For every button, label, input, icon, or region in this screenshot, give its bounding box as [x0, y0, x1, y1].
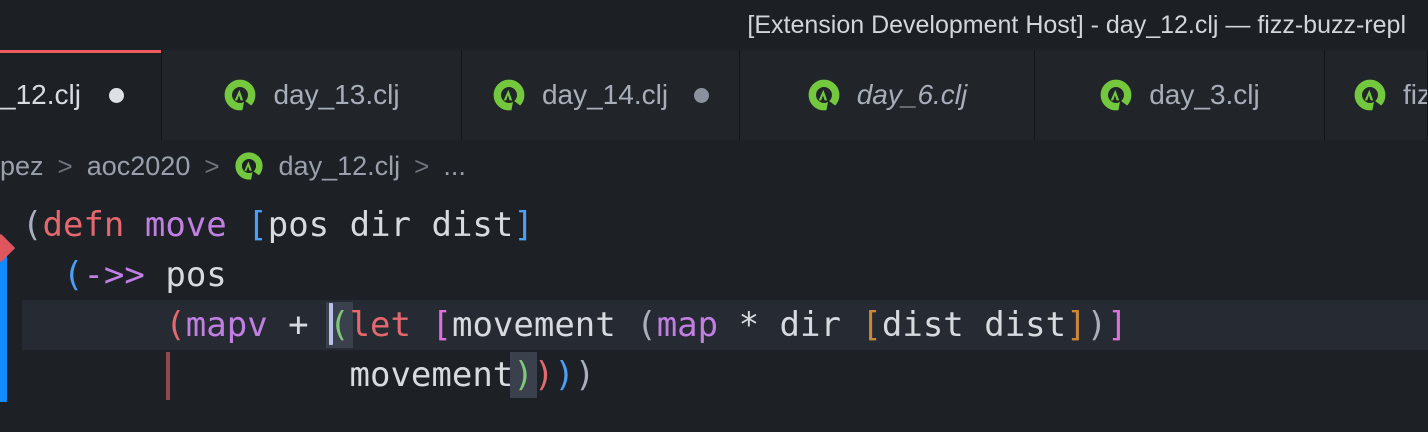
code-line-3: (mapv + (let [movement (map * dir [dist … [22, 300, 1128, 350]
code-token: ( [22, 205, 42, 245]
code-token: ) [554, 355, 574, 395]
modified-dot-icon[interactable] [694, 88, 709, 103]
breadcrumb-item-aoc2020[interactable]: aoc2020 [87, 151, 191, 182]
code-editor[interactable]: (defn move [pos dir dist] (->> pos (mapv… [0, 192, 1428, 432]
code-token: ) [534, 355, 554, 395]
code-token: * dir [718, 305, 861, 345]
code-token [227, 205, 247, 245]
gutter-marker-icon [0, 234, 15, 262]
code-token: ->> [83, 255, 144, 295]
code-token: [ [861, 305, 881, 345]
code-token: let [350, 305, 411, 345]
code-token: ) [1087, 305, 1107, 345]
gutter-change-bar [0, 255, 7, 402]
clojure-file-icon [223, 78, 257, 112]
code-token: + [268, 305, 329, 345]
code-token [124, 205, 144, 245]
breadcrumb-item-file[interactable]: day_12.clj [279, 151, 401, 182]
tab-label: day_13.clj [273, 79, 399, 111]
code-token [22, 255, 63, 295]
tab-label: day_6.clj [857, 79, 968, 111]
tab-fizz-truncated[interactable]: fiz [1325, 50, 1428, 140]
code-token: movement [452, 305, 636, 345]
clojure-file-icon [234, 151, 264, 181]
code-token: ) [575, 355, 595, 395]
code-token: movement [22, 355, 513, 395]
code-line-4: movement)))) [22, 350, 595, 400]
code-token: ] [1066, 305, 1086, 345]
chevron-right-icon: > [414, 151, 429, 182]
code-token: [ [431, 305, 451, 345]
tab-day-13[interactable]: day_13.clj [162, 50, 462, 140]
code-token: dist dist [882, 305, 1066, 345]
title-bar: [Extension Development Host] - day_12.cl… [0, 0, 1428, 50]
clojure-file-icon [1099, 78, 1133, 112]
code-token [145, 255, 165, 295]
code-token: map [657, 305, 718, 345]
clojure-file-icon [492, 78, 526, 112]
tab-label: _12.clj [0, 79, 81, 111]
window-title: [Extension Development Host] - day_12.cl… [747, 0, 1406, 50]
code-token [22, 305, 165, 345]
chevron-right-icon: > [204, 151, 219, 182]
code-token-matched-bracket: ) [513, 355, 533, 395]
code-line-1: (defn move [pos dir dist] [22, 200, 534, 250]
tab-day-12-active[interactable]: _12.clj [0, 50, 162, 140]
breadcrumb: pez > aoc2020 > day_12.clj > ... [0, 140, 1428, 192]
code-token: mapv [186, 305, 268, 345]
breadcrumb-item-pez[interactable]: pez [0, 151, 44, 182]
tab-label: day_14.clj [542, 79, 668, 111]
text-cursor [329, 303, 333, 345]
code-token [411, 305, 431, 345]
code-token: ( [63, 255, 83, 295]
code-line-2: (->> pos [22, 250, 227, 300]
code-token: pos dir dist [268, 205, 514, 245]
code-token: ] [1107, 305, 1127, 345]
tab-day-14[interactable]: day_14.clj [462, 50, 740, 140]
code-token: defn [42, 205, 124, 245]
chevron-right-icon: > [58, 151, 73, 182]
clojure-file-icon [1353, 78, 1387, 112]
breadcrumb-item-symbol[interactable]: ... [443, 151, 466, 182]
code-token: ( [636, 305, 656, 345]
code-token: ] [513, 205, 533, 245]
code-token: move [145, 205, 227, 245]
modified-dot-icon[interactable] [109, 88, 124, 103]
code-token: ( [165, 305, 185, 345]
clojure-file-icon [807, 78, 841, 112]
tab-label: fiz [1403, 79, 1428, 111]
tab-day-3[interactable]: day_3.clj [1035, 50, 1325, 140]
code-token: [ [247, 205, 267, 245]
tab-bar: _12.clj day_13.clj day_14.clj day_6.clj [0, 50, 1428, 140]
code-token: pos [165, 255, 226, 295]
tab-label: day_3.clj [1149, 79, 1260, 111]
tab-day-6-preview[interactable]: day_6.clj [740, 50, 1035, 140]
